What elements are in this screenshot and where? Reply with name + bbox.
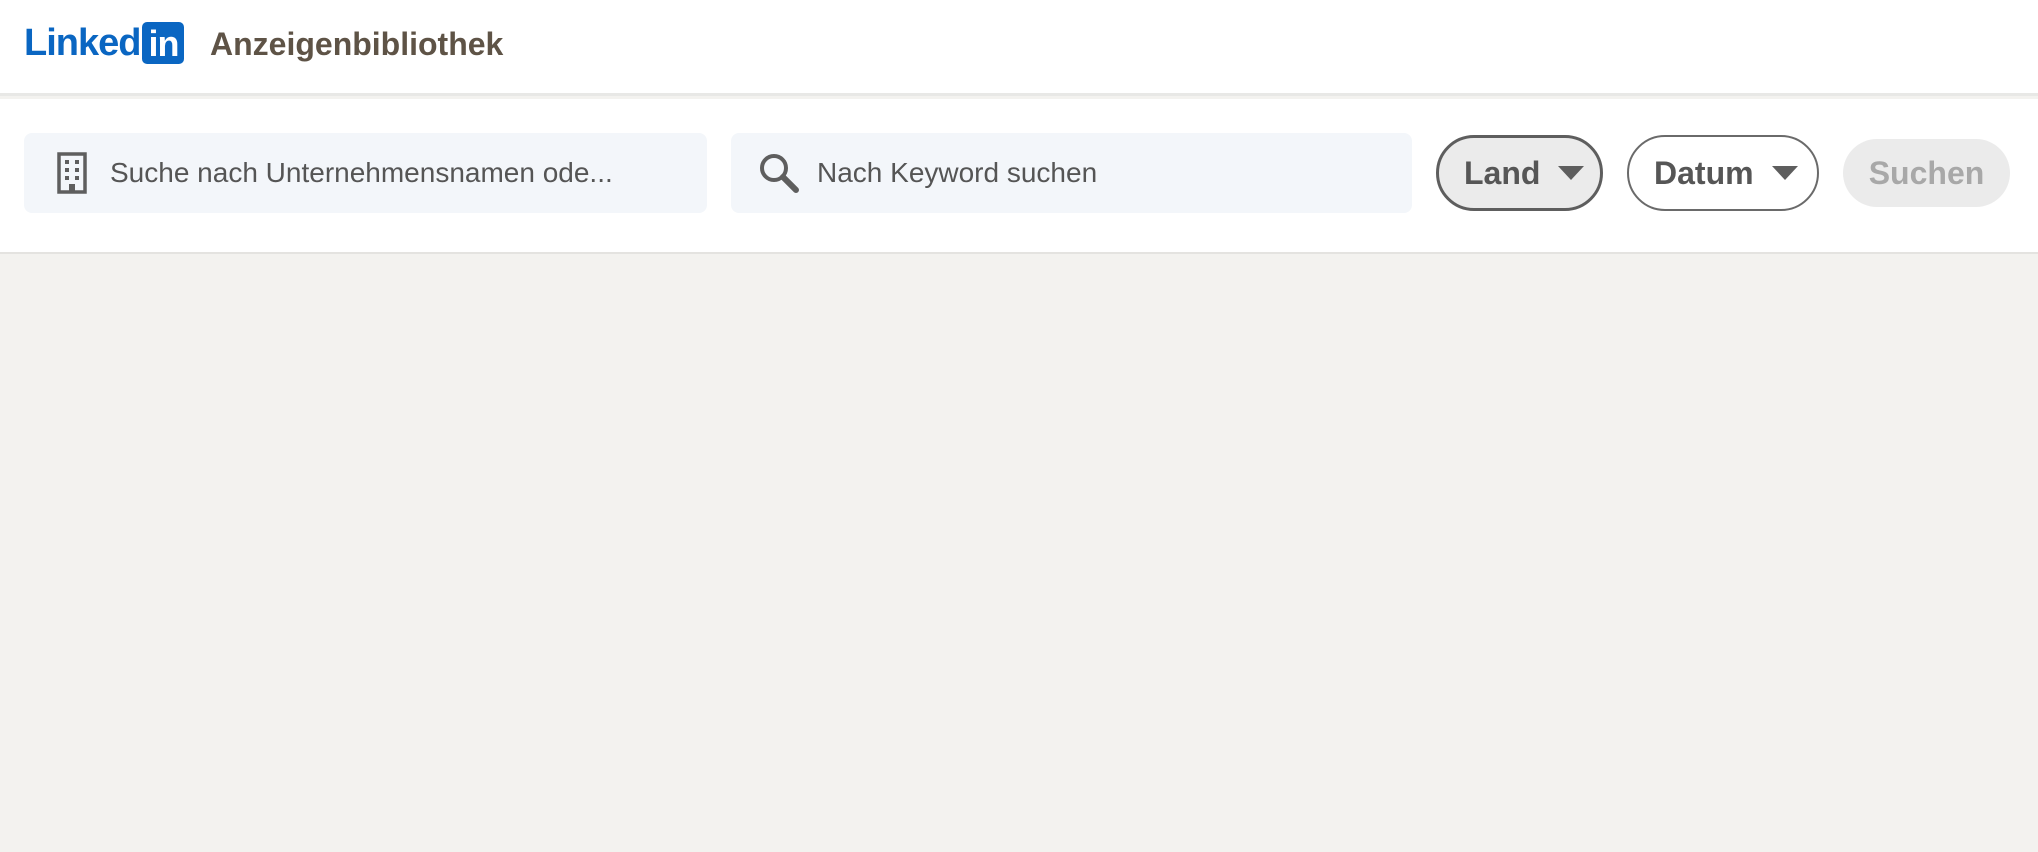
results-area: [0, 254, 2038, 852]
logo-in-box: in: [142, 22, 185, 64]
linkedin-logo[interactable]: Linked in: [24, 22, 185, 64]
date-filter-label: Datum: [1654, 154, 1754, 191]
search-button[interactable]: Suchen: [1843, 139, 2010, 207]
date-filter-button[interactable]: Datum: [1627, 135, 1819, 211]
building-icon: [57, 152, 87, 194]
keyword-search-input[interactable]: [817, 151, 1377, 195]
search-icon: [760, 154, 799, 193]
search-toolbar: Land Datum Suchen: [0, 99, 2038, 254]
caret-down-icon: [1771, 166, 1798, 180]
logo-wordmark: Linked: [24, 22, 141, 64]
page-title: Anzeigenbibliothek: [210, 26, 504, 62]
company-search-input[interactable]: [110, 151, 670, 195]
country-filter-button[interactable]: Land: [1436, 135, 1603, 211]
top-header: Linked in Anzeigenbibliothek: [0, 0, 2038, 96]
company-search-field[interactable]: [24, 133, 707, 213]
caret-down-icon: [1558, 166, 1585, 180]
country-filter-label: Land: [1464, 154, 1541, 191]
keyword-search-field[interactable]: [731, 133, 1412, 213]
